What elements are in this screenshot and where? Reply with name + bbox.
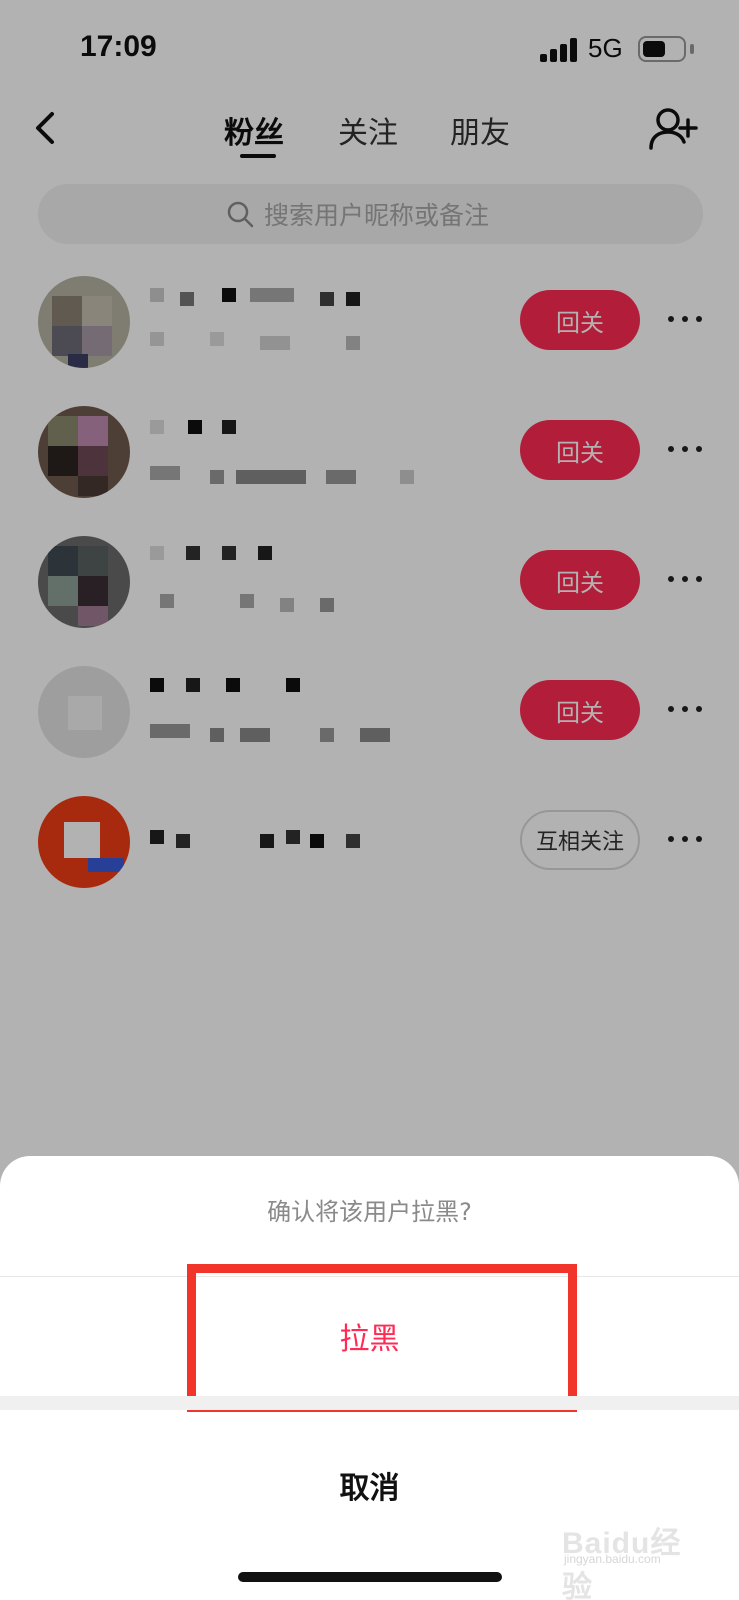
sheet-title: 确认将该用户拉黑?: [267, 1198, 472, 1226]
divider: [0, 1396, 739, 1410]
baidu-watermark: Baidu经验 jingyan.baidu.com: [562, 1500, 712, 1600]
watermark-url: jingyan.baidu.com: [564, 1552, 661, 1566]
highlight-annotation: [187, 1264, 577, 1412]
home-indicator[interactable]: [238, 1572, 502, 1582]
